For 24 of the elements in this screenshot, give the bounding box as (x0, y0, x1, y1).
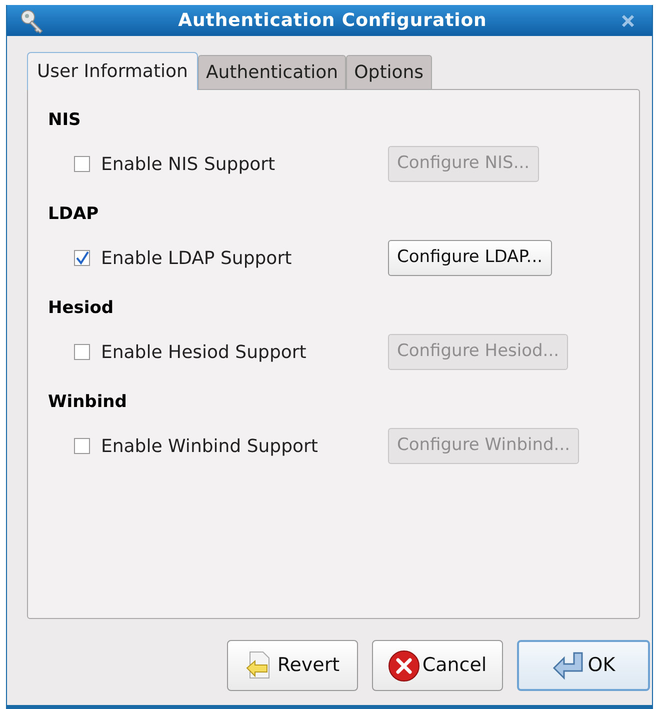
cancel-icon (388, 650, 420, 682)
checkbox[interactable] (74, 250, 90, 266)
revert-button[interactable]: Revert (227, 640, 358, 691)
checkbox-label[interactable]: Enable NIS Support (101, 150, 276, 178)
configure-button[interactable]: Configure LDAP... (388, 240, 552, 276)
enter-arrow-icon (552, 650, 586, 680)
cancel-button[interactable]: Cancel (372, 640, 503, 691)
checkbox-label[interactable]: Enable LDAP Support (101, 244, 292, 272)
checkbox-label[interactable]: Enable Winbind Support (101, 432, 318, 460)
section-heading: NIS (48, 109, 82, 132)
tab[interactable]: User Information (27, 52, 198, 90)
close-icon[interactable] (620, 12, 636, 28)
section-heading: Hesiod (48, 297, 115, 320)
section-heading: LDAP (48, 203, 100, 226)
checkbox[interactable] (74, 344, 90, 360)
checkbox[interactable] (74, 156, 90, 172)
tab[interactable]: Options (346, 55, 432, 89)
section-heading: Winbind (48, 391, 128, 414)
checkbox[interactable] (74, 438, 90, 454)
key-icon (19, 8, 45, 34)
tab[interactable]: Authentication (198, 55, 346, 89)
ok-button[interactable]: OK (517, 640, 650, 691)
window-title: Authentication Configuration (177, 9, 488, 33)
checkbox-label[interactable]: Enable Hesiod Support (101, 338, 306, 366)
